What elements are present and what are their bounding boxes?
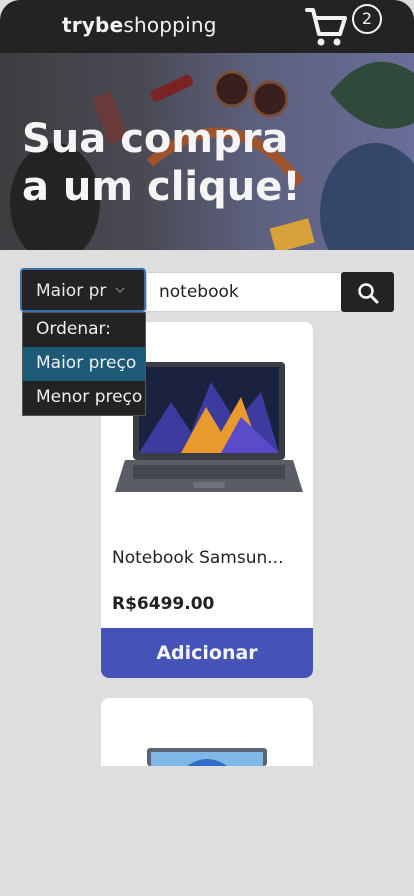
cart-count-badge: 2 [352,4,382,34]
brand-bold-text: trybe [62,13,124,37]
brand-logo[interactable]: trybeshopping [62,13,217,37]
app-header: trybeshopping 2 [0,0,414,53]
search-button[interactable] [341,272,394,312]
hero-title: Sua compra a um clique! [22,115,301,211]
brand-regular-text: shopping [123,13,217,37]
sort-option-default[interactable]: Ordenar: [23,313,145,347]
app-frame: trybeshopping 2 Sua compra a um clique! [0,0,414,896]
product-card [101,698,313,766]
shopping-cart-icon[interactable] [304,6,348,48]
sort-option-highest-price[interactable]: Maior preço [23,347,145,381]
product-name[interactable]: Notebook Samsun... [112,548,302,568]
sort-option-lowest-price[interactable]: Menor preço [23,381,145,415]
product-price: R$6499.00 [112,594,215,614]
search-input[interactable] [146,272,342,312]
search-icon [358,283,379,304]
add-to-cart-button[interactable]: Adicionar [101,628,313,678]
chevron-down-icon [115,287,125,294]
product-image [147,748,267,766]
hero-title-line2: a um clique! [22,164,301,210]
sort-select[interactable]: Maior pr [20,268,146,312]
sort-dropdown-menu: Ordenar: Maior preço Menor preço [22,312,146,416]
hero-banner: Sua compra a um clique! [0,53,414,250]
hero-title-line1: Sua compra [22,116,289,162]
